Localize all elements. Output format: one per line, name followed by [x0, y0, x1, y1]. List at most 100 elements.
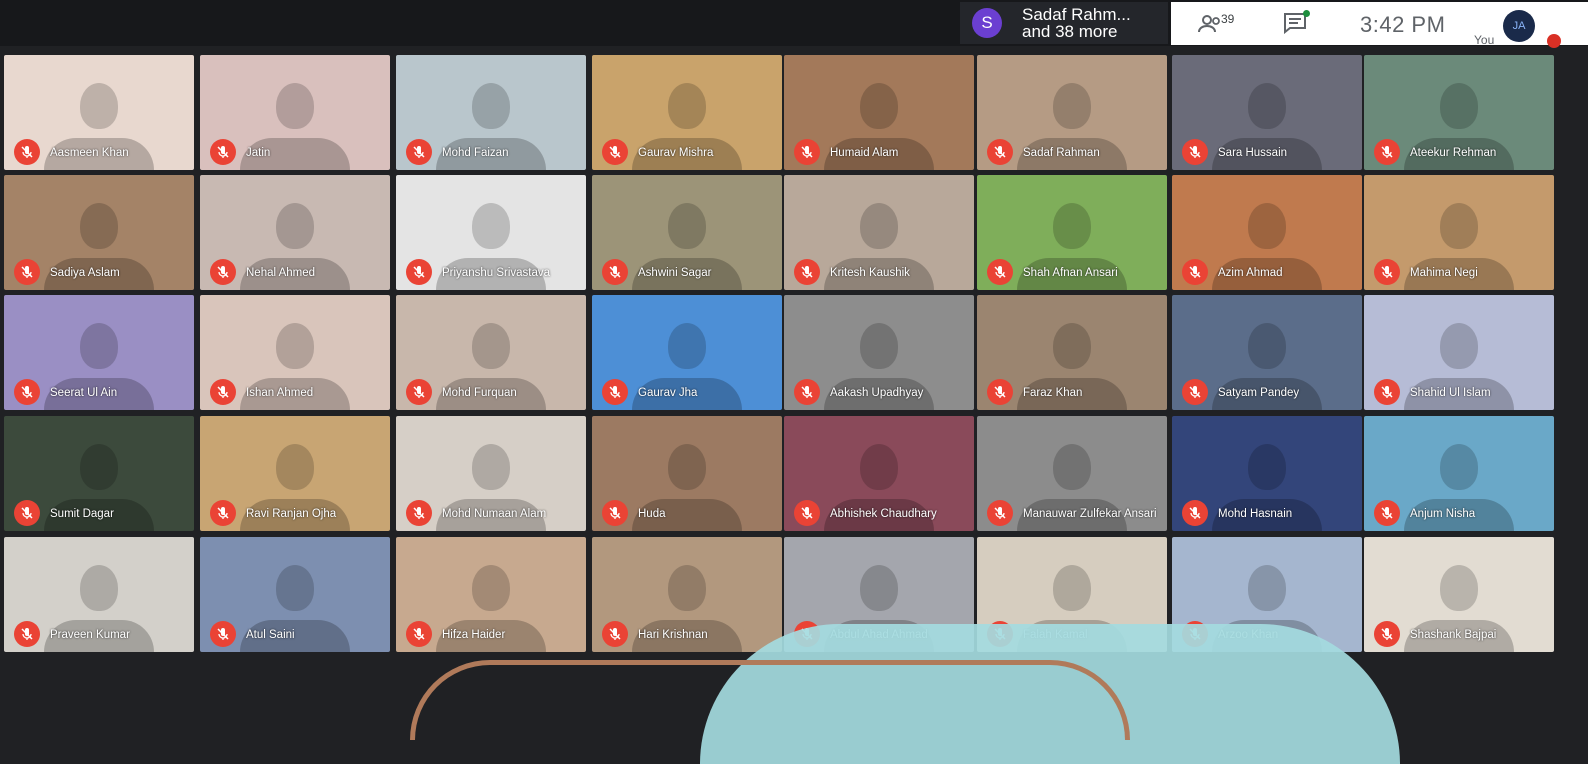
participant-name: Humaid Alam	[830, 147, 899, 159]
mic-off-icon	[602, 259, 628, 285]
participant-tile[interactable]: Mohd Hasnain	[1172, 416, 1362, 531]
mic-off-icon	[210, 621, 236, 647]
participant-name: Manauwar Zulfekar Ansari	[1023, 508, 1157, 520]
participant-video	[668, 322, 706, 369]
mic-off-icon	[602, 621, 628, 647]
mic-off-icon	[602, 500, 628, 526]
participant-tile[interactable]: Ateekur Rehman	[1364, 55, 1554, 170]
participant-video	[80, 322, 118, 369]
participant-tile[interactable]: Ishan Ahmed	[200, 295, 390, 410]
participant-tile[interactable]: Shahid Ul Islam	[1364, 295, 1554, 410]
mic-off-icon	[1182, 379, 1208, 405]
participant-video	[668, 82, 706, 129]
participant-tile[interactable]: Huda	[592, 416, 782, 531]
participant-name: Hifza Haider	[442, 629, 506, 641]
participant-video	[472, 322, 510, 369]
participant-tile[interactable]: Gaurav Mishra	[592, 55, 782, 170]
participant-tile[interactable]: Ravi Ranjan Ojha	[200, 416, 390, 531]
participant-name: Sadiya Aslam	[50, 267, 120, 279]
participant-tile[interactable]: Shashank Bajpai	[1364, 537, 1554, 652]
participant-video	[1440, 564, 1478, 611]
participant-tile[interactable]: Sadaf Rahman	[977, 55, 1167, 170]
meeting-controls: 39 3:42 PM You JA	[1171, 2, 1588, 48]
participant-tile[interactable]: Nehal Ahmed	[200, 175, 390, 290]
mic-off-icon	[794, 259, 820, 285]
participant-tile[interactable]: Hari Krishnan	[592, 537, 782, 652]
participant-tile[interactable]: Humaid Alam	[784, 55, 974, 170]
participant-tile[interactable]: Ashwini Sagar	[592, 175, 782, 290]
participant-tile[interactable]: Manauwar Zulfekar Ansari	[977, 416, 1167, 531]
participant-video	[668, 564, 706, 611]
participant-tile[interactable]: Mohd Faizan	[396, 55, 586, 170]
participant-tile[interactable]: Satyam Pandey	[1172, 295, 1362, 410]
participant-tile[interactable]: Priyanshu Srivastava	[396, 175, 586, 290]
mic-off-icon	[14, 139, 40, 165]
mic-off-icon	[1374, 621, 1400, 647]
presenter-chip[interactable]: S Sadaf Rahm... and 38 more	[960, 2, 1168, 44]
mic-off-icon	[602, 379, 628, 405]
participant-name: Ravi Ranjan Ojha	[246, 508, 337, 520]
participant-name: Jatin	[246, 147, 271, 159]
participant-tile[interactable]: Abhishek Chaudhary	[784, 416, 974, 531]
participant-name: Priyanshu Srivastava	[442, 267, 551, 279]
participant-video	[860, 564, 898, 611]
participant-tile[interactable]: Sumit Dagar	[4, 416, 194, 531]
participant-tile[interactable]: Atul Saini	[200, 537, 390, 652]
chat-notification-dot	[1303, 10, 1310, 17]
participant-video	[860, 322, 898, 369]
participant-name: Gaurav Mishra	[638, 147, 714, 159]
participant-video	[276, 82, 314, 129]
participant-name: Kritesh Kaushik	[830, 267, 910, 279]
participant-tile[interactable]: Sara Hussain	[1172, 55, 1362, 170]
mic-off-icon	[1182, 139, 1208, 165]
participant-video	[472, 82, 510, 129]
participant-name: Aasmeen Khan	[50, 147, 129, 159]
participant-video	[276, 564, 314, 611]
participant-video	[80, 443, 118, 490]
participant-tile[interactable]: Hifza Haider	[396, 537, 586, 652]
participant-tile[interactable]: Mahima Negi	[1364, 175, 1554, 290]
participant-tile[interactable]: Gaurav Jha	[592, 295, 782, 410]
participant-tile[interactable]: Faraz Khan	[977, 295, 1167, 410]
participant-tile[interactable]: Jatin	[200, 55, 390, 170]
participant-grid: Aasmeen Khan Jatin Mohd Faizan Gaurav Mishr…	[0, 50, 1588, 660]
mic-off-icon	[987, 500, 1013, 526]
participant-tile[interactable]: Praveen Kumar	[4, 537, 194, 652]
participant-name: Aakash Upadhyay	[830, 387, 924, 399]
mic-off-icon	[210, 139, 236, 165]
participant-tile[interactable]: Anjum Nisha	[1364, 416, 1554, 531]
participant-name: Praveen Kumar	[50, 629, 130, 641]
participant-tile[interactable]: Shah Afnan Ansari	[977, 175, 1167, 290]
participant-tile[interactable]: Azim Ahmad	[1172, 175, 1362, 290]
mic-off-icon	[406, 139, 432, 165]
mic-off-icon	[406, 621, 432, 647]
participant-tile[interactable]: Aasmeen Khan	[4, 55, 194, 170]
participant-video	[1053, 202, 1091, 249]
participant-tile[interactable]: Kritesh Kaushik	[784, 175, 974, 290]
participant-video	[860, 202, 898, 249]
mic-off-icon	[794, 139, 820, 165]
self-avatar[interactable]: JA	[1503, 10, 1535, 42]
participant-name: Mohd Furquan	[442, 387, 517, 399]
presenter-name: Sadaf Rahm...	[1022, 5, 1131, 24]
mic-off-icon	[14, 621, 40, 647]
participant-video	[860, 443, 898, 490]
participant-tile[interactable]: Sadiya Aslam	[4, 175, 194, 290]
mic-off-icon	[210, 500, 236, 526]
participant-tile[interactable]: Mohd Numaan Alam	[396, 416, 586, 531]
participant-video	[1053, 82, 1091, 129]
participant-name: Sadaf Rahman	[1023, 147, 1100, 159]
participant-video	[1248, 443, 1286, 490]
mic-off-icon	[210, 259, 236, 285]
participant-tile[interactable]: Aakash Upadhyay	[784, 295, 974, 410]
participant-video	[472, 202, 510, 249]
self-mic-off-icon	[1547, 34, 1561, 48]
participant-video	[668, 202, 706, 249]
participant-name: Shah Afnan Ansari	[1023, 267, 1118, 279]
participant-tile[interactable]: Mohd Furquan	[396, 295, 586, 410]
participant-video	[80, 564, 118, 611]
participant-name: Atul Saini	[246, 629, 295, 641]
participant-name: Gaurav Jha	[638, 387, 698, 399]
participant-video	[472, 564, 510, 611]
participant-tile[interactable]: Seerat Ul Ain	[4, 295, 194, 410]
